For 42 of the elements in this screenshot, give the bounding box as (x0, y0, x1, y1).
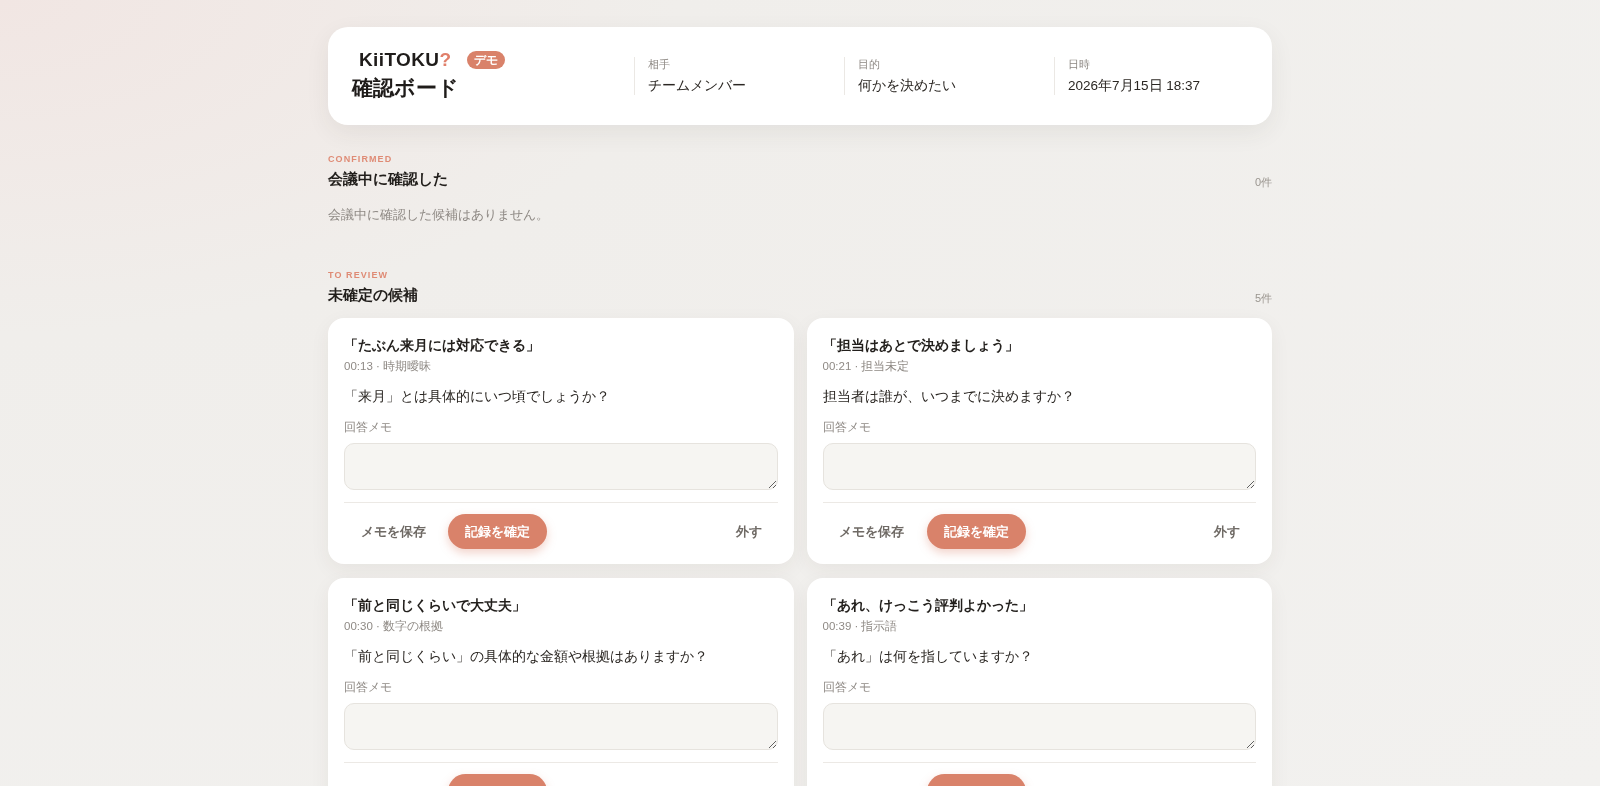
timestamp-tag: 00:13 · 時期曖昧 (344, 358, 431, 374)
timestamp-tag: 00:39 · 指示語 (822, 618, 898, 634)
quote-text: 「たぶん来月には対応できる」 (344, 336, 540, 355)
remove-button[interactable]: 外す (1198, 514, 1256, 549)
page-title: 確認ボード (352, 75, 459, 101)
item-count: 0件 (1254, 175, 1272, 190)
memo-field[interactable] (822, 443, 1256, 490)
field-value: 何かを決めたい (858, 77, 956, 95)
quote-text: 「担当はあとで決めましょう」 (822, 336, 1019, 355)
empty-message: 会議中に確認した候補はありません。 (328, 206, 549, 224)
field-label: 目的 (858, 57, 880, 71)
memo-label: 回答メモ (822, 420, 871, 435)
confirm-record-button[interactable]: 記録を確定 (448, 514, 547, 549)
section-title: 会議中に確認した (328, 169, 448, 189)
memo-field[interactable] (344, 443, 778, 490)
section-title: 未確定の候補 (328, 285, 418, 305)
memo-field[interactable] (822, 703, 1256, 750)
timestamp-tag: 00:30 · 数字の根拠 (344, 618, 443, 634)
save-memo-button[interactable]: メモを保存 (344, 514, 442, 549)
question-text: 「あれ」は何を指していますか？ (822, 647, 1033, 666)
memo-label: 回答メモ (822, 680, 871, 695)
item-count: 5件 (1254, 291, 1272, 306)
timestamp-tag: 00:21 · 担当未定 (822, 358, 910, 374)
quote-text: 「あれ、けっこう評判よかった」 (822, 596, 1033, 615)
field-value: 2026年7月15日 18:37 (1068, 77, 1201, 95)
quote-text: 「前と同じくらいで大丈夫」 (344, 596, 526, 615)
question-text: 「来月」とは具体的にいつ頃でしょうか？ (344, 387, 610, 406)
memo-field[interactable] (344, 703, 778, 750)
save-memo-button[interactable]: メモを保存 (822, 514, 921, 549)
memo-label: 回答メモ (344, 680, 392, 695)
section-eyebrow: TO REVIEW (328, 269, 389, 281)
question-text: 担当者は誰が、いつまでに決めますか？ (822, 387, 1075, 406)
field-label: 日時 (1068, 57, 1090, 71)
memo-label: 回答メモ (344, 420, 392, 435)
question-text: 「前と同じくらい」の具体的な金額や根拠はありますか？ (344, 647, 708, 666)
field-value: チームメンバー (648, 77, 746, 95)
field-label: 相手 (648, 57, 670, 71)
demo-badge: デモ (467, 51, 506, 69)
confirm-record-button[interactable]: 記録を確定 (926, 514, 1026, 549)
remove-button[interactable]: 外す (719, 514, 778, 549)
section-eyebrow: CONFIRMED (328, 153, 393, 165)
logo-wordmark: KiiTOKU? (359, 50, 452, 70)
